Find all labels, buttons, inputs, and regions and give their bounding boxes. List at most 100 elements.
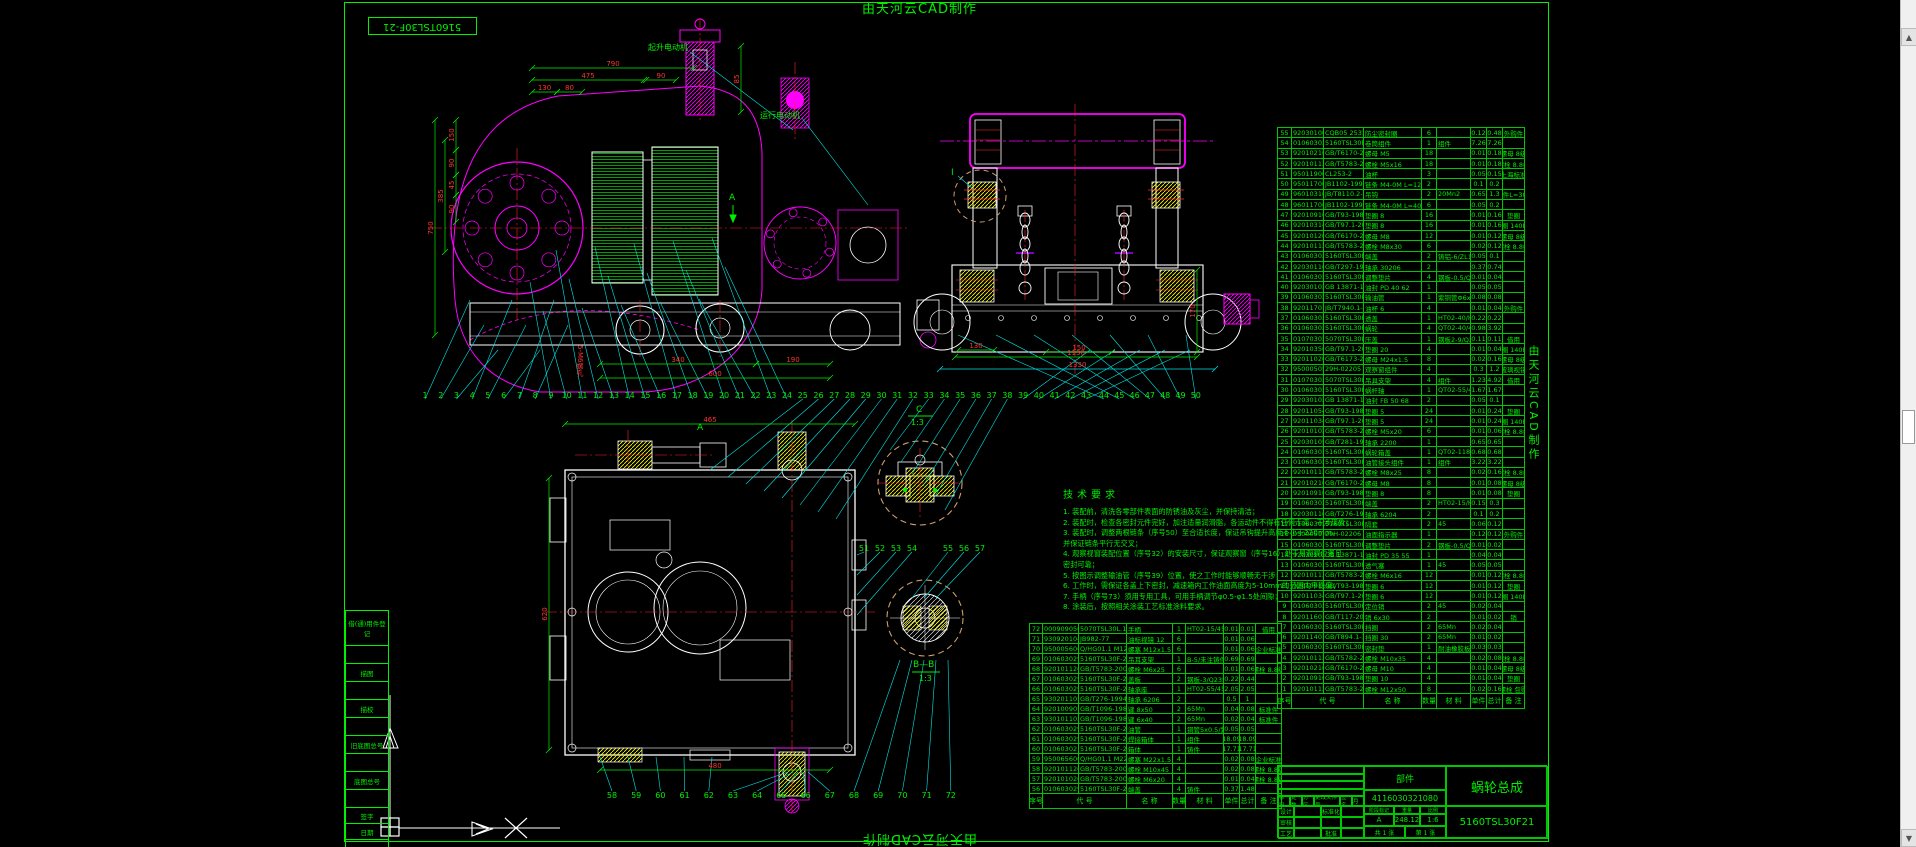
cad-canvas[interactable]: 由天河云CAD制作 由天河云CAD制作 由天河云CAD制作 5160TSL30F… xyxy=(0,0,1916,847)
table-cell: 0.01 xyxy=(1471,581,1487,592)
table-cell: 17 xyxy=(1278,519,1292,530)
table-cell: 70 xyxy=(1030,644,1043,654)
table-header-cell: 名 称 xyxy=(1364,694,1422,710)
table-cell: 9201031402011 xyxy=(1292,220,1324,231)
table-cell xyxy=(1437,529,1471,540)
table-cell: GB/T5783-2000 xyxy=(1324,426,1364,437)
drawing-number: 5160TSL30F21 xyxy=(1446,806,1548,839)
table-cell: 外购件 xyxy=(1503,529,1525,540)
table-cell: GB/T6170-2000 xyxy=(1324,478,1364,489)
table-cell: 1 xyxy=(1422,447,1437,458)
table-cell: 螺栓 M10x35 xyxy=(1364,653,1422,664)
table-cell: 5070TSL30L.15-5 xyxy=(1079,624,1127,634)
scroll-thumb[interactable] xyxy=(1902,410,1915,444)
table-cell: 9501170010012 xyxy=(1292,179,1324,190)
table-cell: 0.04 xyxy=(1487,663,1503,674)
table-cell: 7.26 xyxy=(1487,138,1503,149)
tech-line: 3. 装配时，调整两根链条（序号50）至合适长度，保证吊钩提升高度不小于220m… xyxy=(1063,528,1340,538)
table-cell: GB/T5783-2000 xyxy=(1079,764,1127,774)
table-cell: 0106030202191 xyxy=(1292,642,1324,654)
table-cell: GB/T6170-2000 xyxy=(1324,148,1364,159)
callout-65: 65 xyxy=(776,791,787,800)
table-cell: 29H-02206 xyxy=(1324,529,1364,540)
margin-cell xyxy=(345,790,389,808)
table-cell: 9201021011121 xyxy=(1292,478,1324,489)
table-cell: 0.04 xyxy=(1487,622,1503,633)
table-cell: 2 xyxy=(1173,674,1186,684)
table-cell: 螺母 8级 xyxy=(1503,354,1525,365)
table-cell: 0.04 xyxy=(1487,344,1503,355)
table-cell: 9203010010059 xyxy=(1292,128,1324,139)
table-cell: 16 xyxy=(1422,220,1437,231)
table-cell: HT02-40/HT200 xyxy=(1437,313,1471,324)
table-cell: 垫圈 xyxy=(1503,210,1525,221)
table-cell: 11 xyxy=(1278,581,1292,592)
table-cell: 1.23 xyxy=(1471,375,1487,386)
title-block-cell xyxy=(1294,828,1321,839)
table-cell: GB/T5782-2000 xyxy=(1324,653,1364,664)
table-cell: 手柄 xyxy=(1127,624,1173,634)
table-cell: 0.02 xyxy=(1471,684,1487,695)
table-header-cell: 数量 xyxy=(1422,694,1437,710)
table-row: 259203010502021GB/T281-1994轴承 22001 0.650… xyxy=(1278,436,1525,448)
table-cell: 18 xyxy=(1278,508,1292,520)
table-cell: 油管 xyxy=(1127,724,1173,734)
scroll-down-button[interactable]: ▼ xyxy=(1901,829,1916,847)
callout-5: 5 xyxy=(485,391,491,400)
table-cell: 0.01 xyxy=(1224,624,1240,634)
table-cell: 焊接箱体 xyxy=(1127,734,1173,744)
section-a2-label: A xyxy=(697,423,704,433)
table-cell: 油封 PD 40 62 xyxy=(1364,282,1422,293)
table-cell: 2 xyxy=(1422,539,1437,551)
callout-24: 24 xyxy=(781,391,793,400)
table-cell: 39 xyxy=(1278,292,1292,304)
table-cell: 54 xyxy=(1278,138,1292,149)
table-cell xyxy=(1503,313,1525,324)
table-cell: 0.3 xyxy=(1487,498,1503,509)
table-cell: 0.12 xyxy=(1487,519,1503,530)
table-cell: GB/T6170-2000 xyxy=(1324,230,1364,242)
table-cell: 1.67 xyxy=(1487,385,1503,396)
table-row: 3701060302020915160TSL30F-21-7透盖1HT02-40… xyxy=(1278,313,1525,324)
table-row: 6701060302922515160TSL30F-21-12盖板2钢板-3/Q… xyxy=(1030,674,1282,684)
table-cell: 9201035040701 xyxy=(1292,344,1324,355)
scrollbar-track[interactable]: ▲ ▼ xyxy=(1900,0,1916,847)
callout-52: 52 xyxy=(874,544,886,553)
table-cell: 0.08 xyxy=(1240,704,1256,714)
table-cell: 2.05 xyxy=(1224,684,1240,694)
scroll-up-button[interactable]: ▲ xyxy=(1901,28,1916,46)
table-cell: 9309201040011 xyxy=(1043,634,1079,644)
tech-line: 并保证链条平行无交叉； xyxy=(1063,538,1143,548)
table-cell: 0.01 xyxy=(1471,570,1487,582)
table-cell: 0.04 xyxy=(1224,704,1240,714)
callout-18: 18 xyxy=(687,391,698,400)
table-row: 1701060302021415160TSL30F-21-17隔套2450.06… xyxy=(1278,519,1525,530)
table-cell: 0.18 xyxy=(1487,158,1503,170)
callout-16: 16 xyxy=(656,391,667,400)
table-cell: 1 xyxy=(1173,684,1186,694)
table-cell: JB/T7940.1-1995 xyxy=(1324,303,1364,314)
table-cell: 2 xyxy=(1422,622,1437,633)
table-row: 4301060302010715160TSL30F-21-16端盖2铸铝-6/Z… xyxy=(1278,251,1525,262)
table-cell: GB/T276-1994 xyxy=(1324,508,1364,520)
table-cell xyxy=(1437,467,1471,479)
table-cell: 垫圈 xyxy=(1503,673,1525,685)
callout-62: 62 xyxy=(703,791,714,800)
table-cell: 0106030232021 xyxy=(1292,385,1324,396)
callout-7: 7 xyxy=(516,391,522,400)
callout-44: 44 xyxy=(1098,391,1110,400)
table-cell xyxy=(1437,436,1471,448)
table-cell: 1 xyxy=(1422,138,1437,149)
table-cell: GB/T93-1987 xyxy=(1324,488,1364,499)
table-cell: 铸件 xyxy=(1186,744,1224,754)
table-cell: 吊具支架 xyxy=(1364,375,1422,386)
table-cell: 0106030201071 xyxy=(1292,251,1324,262)
table-cell: 4.92 xyxy=(1487,375,1503,386)
table-cell xyxy=(1437,220,1471,231)
hoist-motor-label: 起升电动机 xyxy=(648,43,688,52)
table-cell: 螺母 M10 xyxy=(1364,663,1422,674)
table-cell: 9201011202401 xyxy=(1043,664,1079,674)
callout-71: 71 xyxy=(921,791,932,800)
table-cell: 49 xyxy=(1278,189,1292,201)
callout-19: 19 xyxy=(703,391,714,400)
